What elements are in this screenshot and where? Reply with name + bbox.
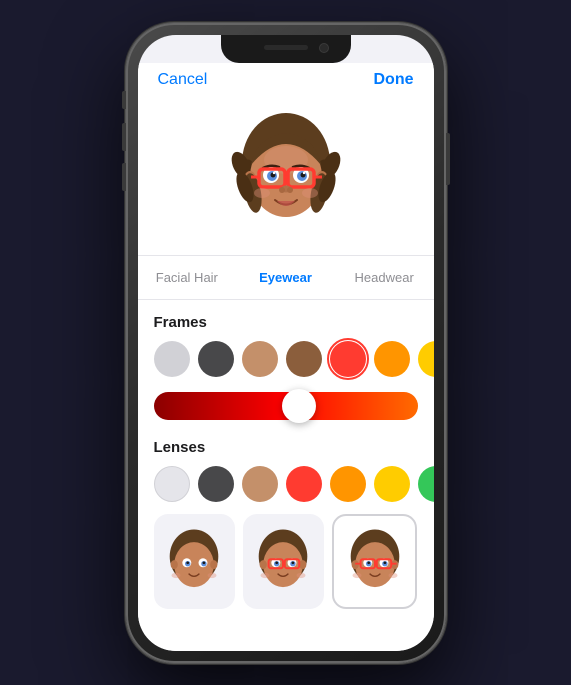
memoji-preview [221, 105, 351, 235]
tab-eyewear[interactable]: Eyewear [236, 266, 335, 289]
memoji-svg [221, 105, 351, 235]
swatch-lenses-red[interactable] [286, 466, 322, 502]
done-button[interactable]: Done [374, 71, 414, 89]
memoji-area [138, 95, 434, 255]
preview-cell-1[interactable] [154, 514, 235, 609]
swatch-frames-light-gray[interactable] [154, 341, 190, 377]
preview-row [154, 514, 418, 609]
front-camera [319, 43, 329, 53]
volume-down-button [122, 163, 126, 191]
notch [221, 35, 351, 63]
swatch-lenses-orange[interactable] [330, 466, 366, 502]
power-button [446, 133, 450, 185]
screen-content: Cancel Done [138, 35, 434, 651]
swatch-lenses-light-gray[interactable] [154, 466, 190, 502]
tab-facial-hair[interactable]: Facial Hair [138, 266, 237, 289]
swatch-frames-brown[interactable] [286, 341, 322, 377]
phone-screen: Cancel Done [138, 35, 434, 651]
frames-section-label: Frames [154, 314, 418, 331]
swatch-lenses-yellow[interactable] [374, 466, 410, 502]
cancel-button[interactable]: Cancel [158, 71, 208, 89]
frames-slider-thumb[interactable] [282, 389, 316, 423]
swatch-lenses-green[interactable] [418, 466, 434, 502]
preview-cell-3[interactable] [332, 514, 417, 609]
lenses-section-label: Lenses [154, 439, 418, 456]
content-area: Frames Lenses [138, 300, 434, 651]
mute-button [122, 91, 126, 109]
preview-2-svg [247, 525, 319, 597]
preview-3-svg [339, 525, 411, 597]
swatch-frames-orange[interactable] [374, 341, 410, 377]
swatch-lenses-dark-gray[interactable] [198, 466, 234, 502]
frames-swatch-row [154, 341, 418, 377]
preview-cell-2[interactable] [243, 514, 324, 609]
swatch-frames-tan[interactable] [242, 341, 278, 377]
frames-slider-track [154, 392, 418, 420]
swatch-frames-yellow[interactable] [418, 341, 434, 377]
swatch-frames-dark-gray[interactable] [198, 341, 234, 377]
phone-frame: Cancel Done [126, 23, 446, 663]
swatch-frames-red[interactable] [330, 341, 366, 377]
tab-headwear[interactable]: Headwear [335, 266, 434, 289]
frames-slider-container [154, 389, 418, 423]
swatch-lenses-tan[interactable] [242, 466, 278, 502]
lenses-swatch-row [154, 466, 418, 502]
speaker [264, 45, 308, 50]
tab-bar: Facial Hair Eyewear Headwear [138, 255, 434, 300]
volume-up-button [122, 123, 126, 151]
top-bar: Cancel Done [138, 63, 434, 95]
preview-1-svg [158, 525, 230, 597]
